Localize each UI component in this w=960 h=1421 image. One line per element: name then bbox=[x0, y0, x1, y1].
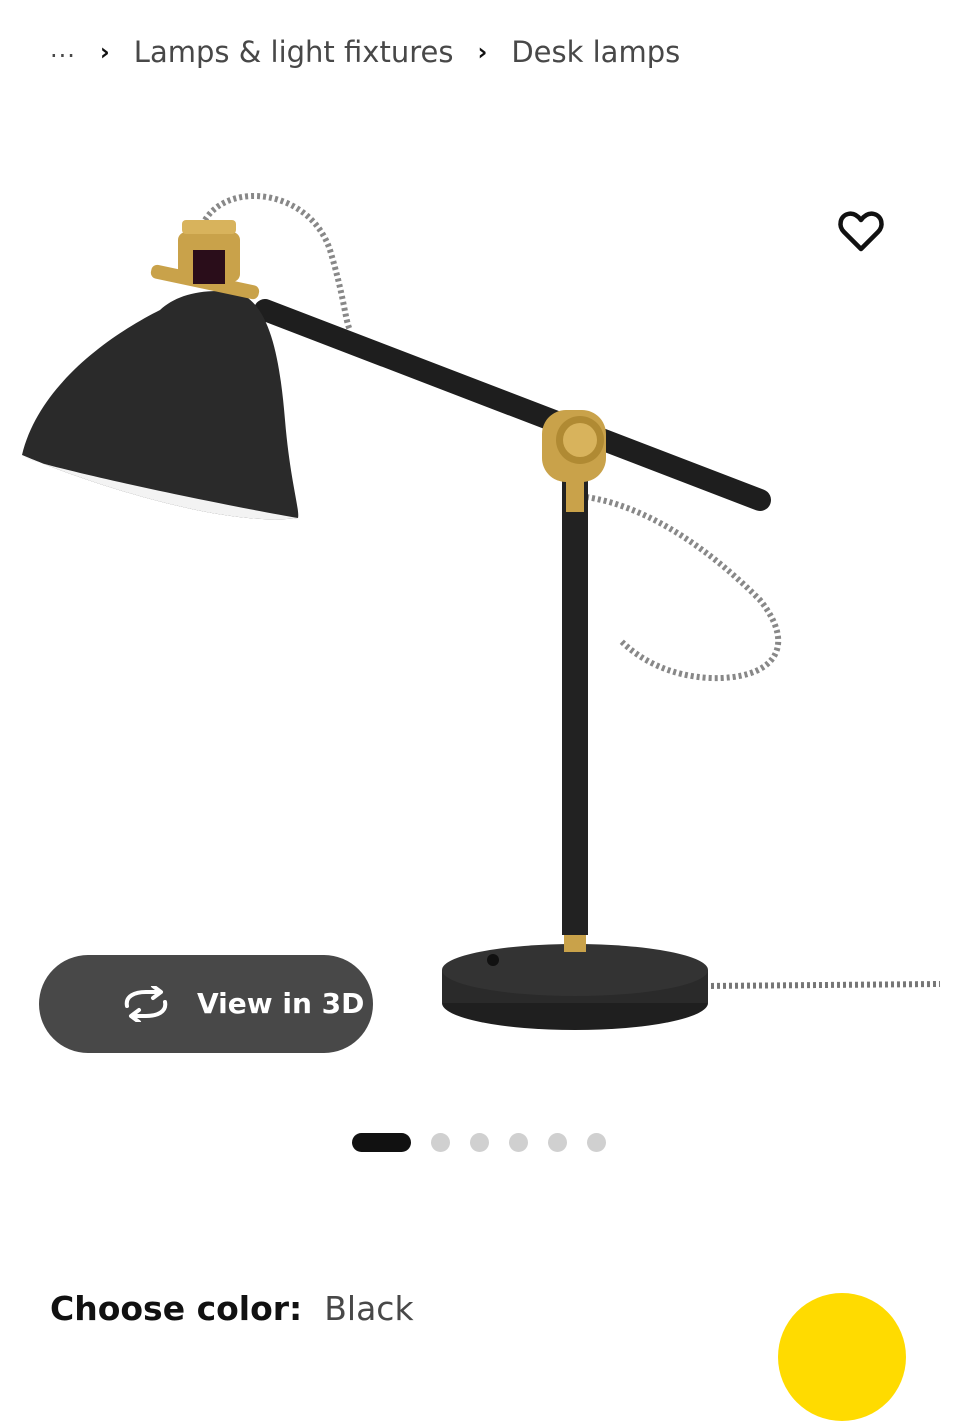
pagination-dot-2[interactable] bbox=[431, 1132, 450, 1152]
pagination-dot-3[interactable] bbox=[470, 1132, 489, 1152]
breadcrumb-ellipsis[interactable]: ... bbox=[50, 35, 76, 69]
view-in-3d-button[interactable]: View in 3D bbox=[39, 955, 373, 1053]
breadcrumb-item-desk-lamps[interactable]: Desk lamps bbox=[511, 35, 680, 69]
breadcrumb-item-lamps[interactable]: Lamps & light fixtures bbox=[134, 35, 454, 69]
pagination-dot-5[interactable] bbox=[548, 1132, 567, 1152]
add-to-bag-button[interactable] bbox=[778, 1293, 906, 1421]
image-pagination bbox=[352, 1132, 626, 1152]
favorite-button[interactable] bbox=[836, 207, 886, 257]
pagination-dot-1[interactable] bbox=[352, 1132, 411, 1152]
color-selector[interactable]: Choose color: Black bbox=[50, 1286, 414, 1330]
pagination-dot-6[interactable] bbox=[587, 1132, 606, 1152]
rotate-3d-icon bbox=[124, 986, 168, 1022]
breadcrumb-separator: › bbox=[477, 38, 488, 66]
breadcrumb: ... › Lamps & light fixtures › Desk lamp… bbox=[50, 30, 680, 74]
view-in-3d-label: View in 3D bbox=[197, 987, 365, 1020]
heart-outline-icon bbox=[838, 211, 884, 252]
breadcrumb-separator: › bbox=[99, 38, 110, 66]
pagination-dot-4[interactable] bbox=[509, 1132, 528, 1152]
color-value: Black bbox=[324, 1288, 414, 1328]
color-label: Choose color: bbox=[50, 1288, 303, 1328]
